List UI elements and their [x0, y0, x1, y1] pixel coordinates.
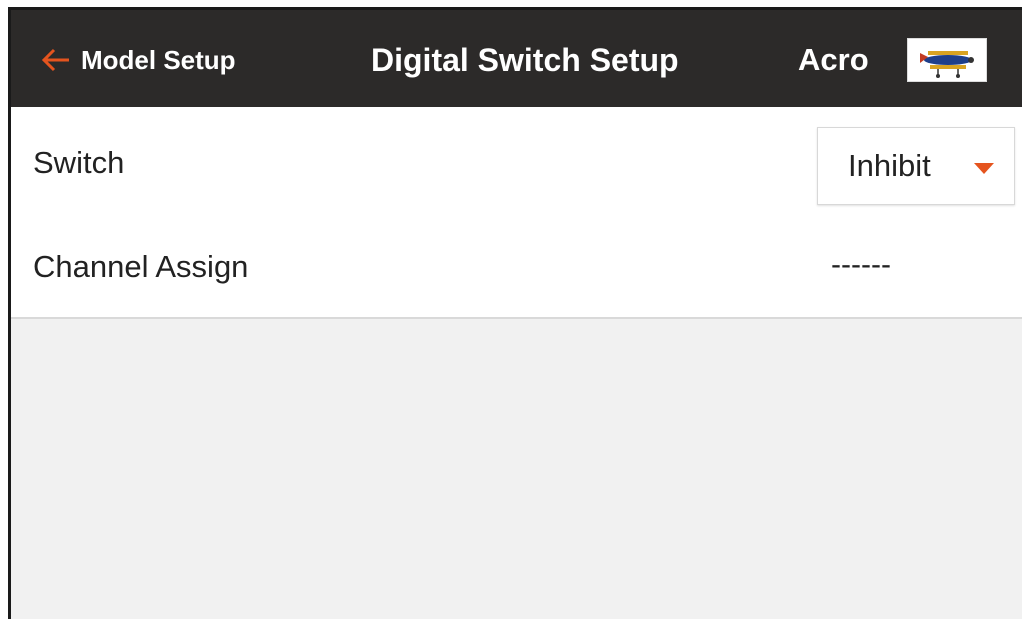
airplane-thumbnail-icon[interactable] [907, 38, 987, 82]
channel-assign-row: Channel Assign ------ [11, 211, 1022, 315]
channel-assign-label: Channel Assign [33, 249, 249, 284]
switch-label: Switch [33, 145, 125, 180]
channel-assign-value: ------ [831, 248, 891, 281]
caret-down-icon [974, 162, 994, 180]
switch-dropdown[interactable]: Inhibit [817, 127, 1015, 205]
switch-dropdown-value: Inhibit [848, 148, 931, 183]
back-button[interactable]: Model Setup [41, 40, 236, 80]
screen-frame: Model Setup Digital Switch Setup Acro Sw… [8, 7, 1022, 619]
settings-list: Switch Inhibit Channel Assign ------ [11, 107, 1022, 319]
app-header: Model Setup Digital Switch Setup Acro [11, 10, 1022, 107]
empty-area [11, 319, 1022, 619]
arrow-left-icon [41, 48, 71, 72]
back-label: Model Setup [81, 44, 236, 75]
model-name: Acro [798, 42, 869, 77]
page-title: Digital Switch Setup [371, 42, 679, 78]
switch-row: Switch Inhibit [11, 107, 1022, 211]
